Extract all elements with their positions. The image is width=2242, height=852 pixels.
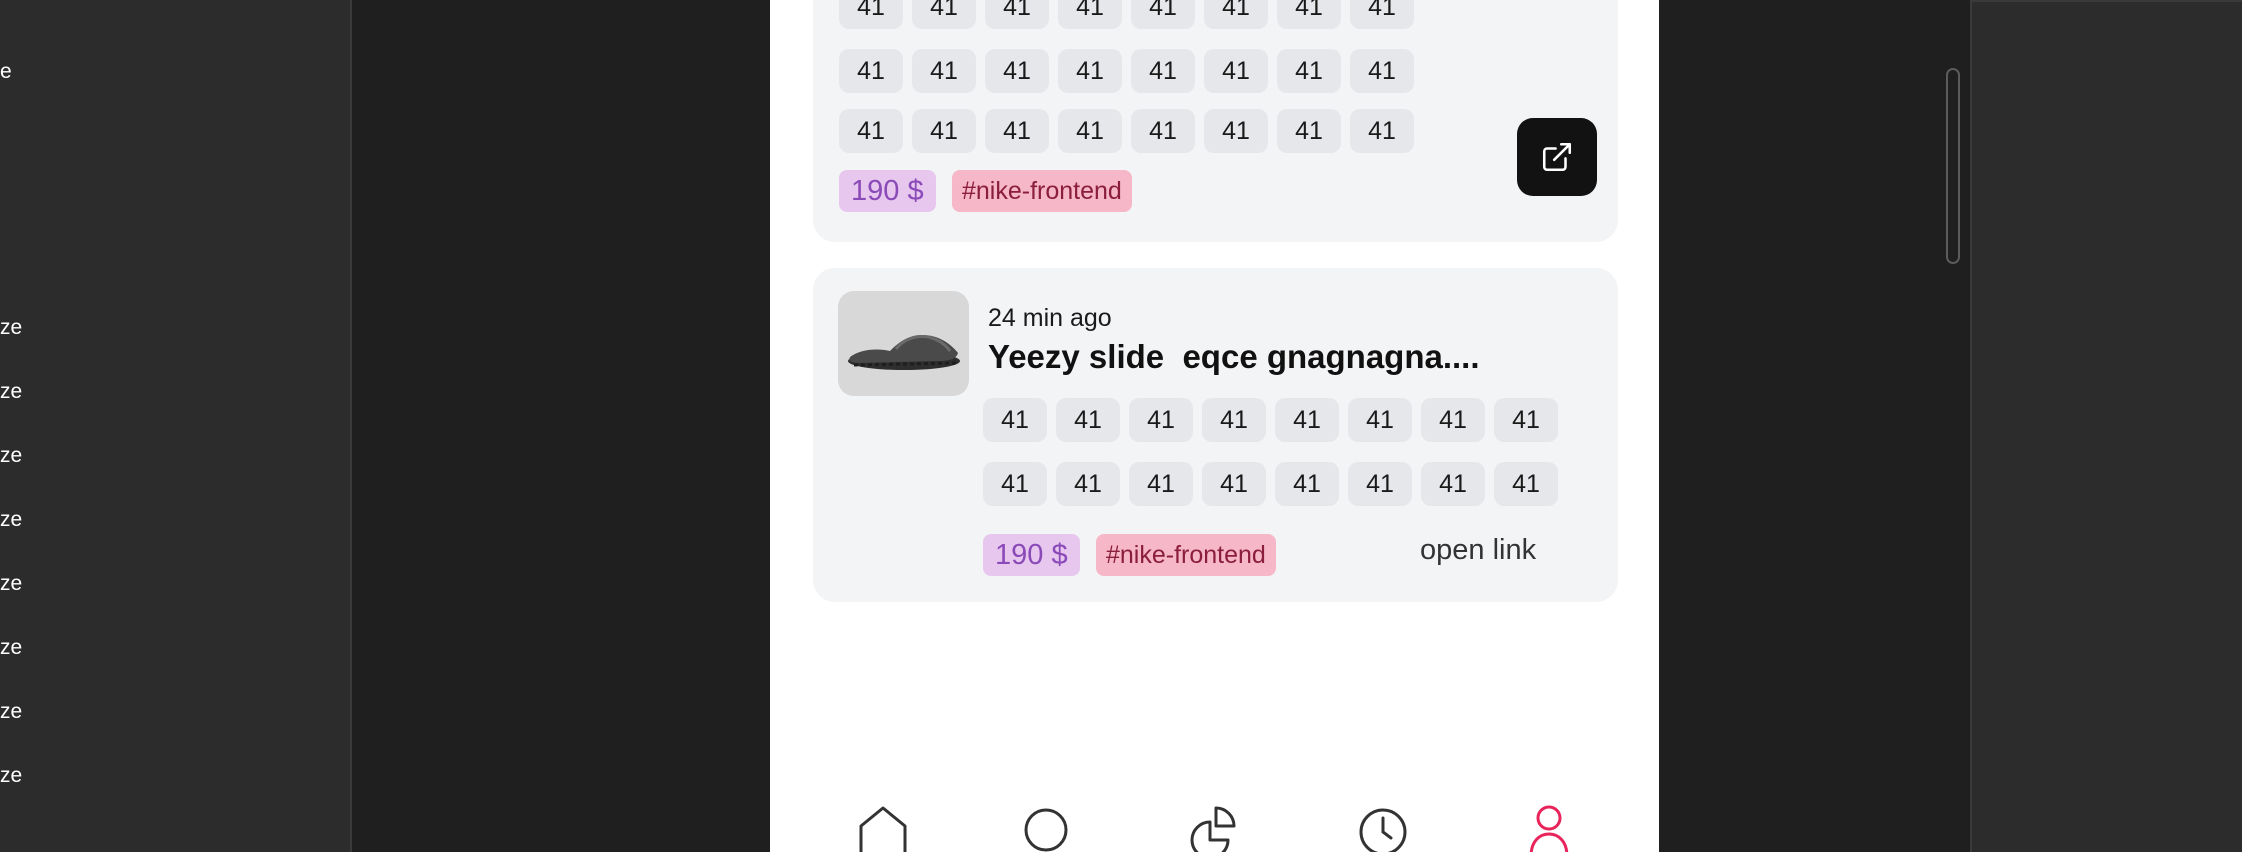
size-chip[interactable]: 41 — [1204, 0, 1268, 29]
price-badge: 190 $ — [983, 534, 1080, 576]
user-icon — [1529, 805, 1569, 852]
size-chip[interactable]: 41 — [1131, 109, 1195, 153]
sandal-image — [848, 335, 960, 370]
open-link[interactable]: open link — [1420, 534, 1536, 567]
nav-history[interactable] — [1355, 800, 1415, 852]
left-text-fragment: ze — [0, 444, 23, 467]
product-title: Yeezy slide eqce gnagnagna.... — [988, 338, 1480, 375]
phone-screen: 41 41 41 41 41 41 41 41 41 41 41 41 41 4… — [770, 0, 1659, 852]
left-panel: e ze ze ze ze ze ze ze ze — [0, 0, 352, 852]
size-chip[interactable]: 41 — [912, 109, 976, 153]
product-thumbnail — [838, 291, 969, 396]
size-chip[interactable]: 41 — [1058, 49, 1122, 93]
size-chip[interactable]: 41 — [1494, 398, 1558, 442]
size-chip[interactable]: 41 — [1056, 398, 1120, 442]
size-chip[interactable]: 41 — [912, 0, 976, 29]
scrollbar[interactable] — [1946, 68, 1960, 264]
product-card: 41 41 41 41 41 41 41 41 41 41 41 41 41 4… — [813, 0, 1618, 242]
size-chip[interactable]: 41 — [1421, 462, 1485, 506]
left-text-fragment: ze — [0, 700, 23, 723]
size-chip[interactable]: 41 — [1131, 49, 1195, 93]
size-chip[interactable]: 41 — [1421, 398, 1485, 442]
left-text-fragment: ze — [0, 636, 23, 659]
size-chip[interactable]: 41 — [1204, 109, 1268, 153]
size-chip[interactable]: 41 — [839, 0, 903, 29]
size-chip[interactable]: 41 — [912, 49, 976, 93]
external-link-icon — [1542, 142, 1572, 172]
product-card: 24 min ago Yeezy slide eqce gnagnagna...… — [813, 268, 1618, 602]
right-panel — [1970, 0, 2242, 852]
left-text-fragment: ze — [0, 508, 23, 531]
size-chip[interactable]: 41 — [839, 109, 903, 153]
size-chip[interactable]: 41 — [1202, 398, 1266, 442]
size-chip[interactable]: 41 — [1350, 0, 1414, 29]
home-icon — [859, 806, 907, 852]
size-chip[interactable]: 41 — [1129, 398, 1193, 442]
size-chip[interactable]: 41 — [985, 0, 1049, 29]
tag-badge[interactable]: #nike-frontend — [952, 170, 1132, 212]
nav-profile[interactable] — [1521, 800, 1581, 852]
size-chip[interactable]: 41 — [1277, 0, 1341, 29]
size-chip[interactable]: 41 — [1275, 462, 1339, 506]
size-chip[interactable]: 41 — [1348, 398, 1412, 442]
size-chip[interactable]: 41 — [1277, 109, 1341, 153]
size-chip[interactable]: 41 — [1350, 109, 1414, 153]
post-time: 24 min ago — [988, 304, 1112, 332]
open-link-button[interactable] — [1517, 118, 1597, 196]
size-chip[interactable]: 41 — [1202, 462, 1266, 506]
size-chip[interactable]: 41 — [983, 398, 1047, 442]
search-icon — [1024, 808, 1068, 852]
size-chip[interactable]: 41 — [1131, 0, 1195, 29]
left-text-fragment: ze — [0, 572, 23, 595]
bottom-nav — [770, 800, 1659, 852]
nav-home[interactable] — [855, 800, 915, 852]
size-chip[interactable]: 41 — [1056, 462, 1120, 506]
size-chip[interactable]: 41 — [1129, 462, 1193, 506]
size-chip[interactable]: 41 — [1494, 462, 1558, 506]
clock-icon — [1359, 808, 1407, 852]
price-badge: 190 $ — [839, 170, 936, 212]
pie-chart-icon — [1190, 806, 1236, 852]
nav-search[interactable] — [1020, 800, 1080, 852]
tag-badge[interactable]: #nike-frontend — [1096, 534, 1276, 576]
size-chip[interactable]: 41 — [839, 49, 903, 93]
nav-stats[interactable] — [1188, 800, 1248, 852]
left-text-fragment: ze — [0, 764, 23, 787]
size-chip[interactable]: 41 — [1350, 49, 1414, 93]
size-chip[interactable]: 41 — [1204, 49, 1268, 93]
size-chip[interactable]: 41 — [1348, 462, 1412, 506]
left-text-fragment: ze — [0, 316, 23, 339]
size-chip[interactable]: 41 — [985, 109, 1049, 153]
size-chip[interactable]: 41 — [1275, 398, 1339, 442]
left-text-fragment: ze — [0, 380, 23, 403]
size-chip[interactable]: 41 — [1058, 109, 1122, 153]
size-chip[interactable]: 41 — [983, 462, 1047, 506]
left-text-fragment: e — [0, 60, 12, 83]
size-chip[interactable]: 41 — [1058, 0, 1122, 29]
size-chip[interactable]: 41 — [1277, 49, 1341, 93]
size-chip[interactable]: 41 — [985, 49, 1049, 93]
